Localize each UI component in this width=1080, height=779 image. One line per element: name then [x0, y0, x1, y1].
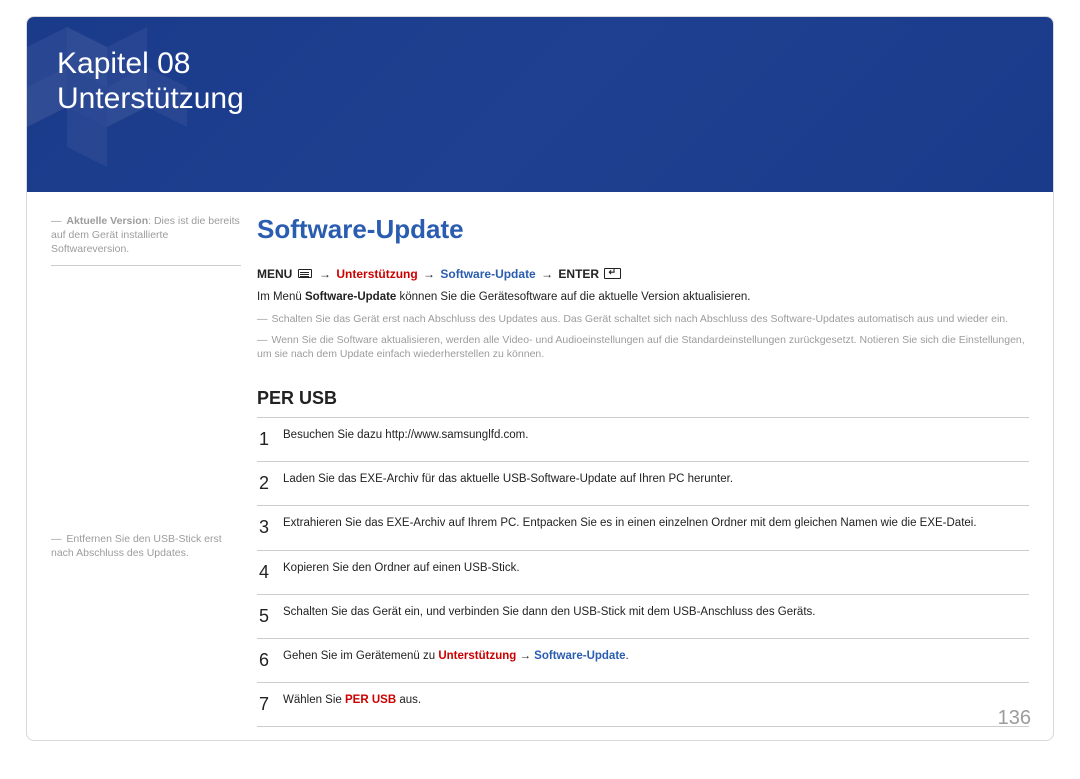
manual-page: Kapitel 08 Unterstützung ― Aktuelle Vers… [26, 16, 1054, 741]
step-text: Extrahieren Sie das EXE-Archiv auf Ihrem… [283, 506, 1029, 550]
footnote-1: ― Schalten Sie das Gerät erst nach Abschl… [257, 312, 1029, 327]
menu-label: MENU [257, 267, 292, 281]
note-dash: ― [51, 533, 61, 545]
menu-icon [298, 269, 312, 278]
note-label: Aktuelle Version [66, 215, 148, 227]
arrow-icon: → [319, 267, 331, 281]
intro-suffix: können Sie die Gerätesoftware auf die ak… [396, 291, 750, 303]
chapter-number: Kapitel 08 [57, 47, 190, 80]
intro-bold: Software-Update [305, 291, 396, 303]
arrow-icon: → [541, 267, 553, 281]
intro-prefix: Im Menü [257, 291, 305, 303]
step-number: 7 [257, 683, 283, 727]
step-row: 6Gehen Sie im Gerätemenü zu Unterstützun… [257, 639, 1029, 683]
step-number: 2 [257, 462, 283, 506]
footnote-text: Wenn Sie die Software aktualisieren, wer… [257, 334, 1025, 361]
chapter-title: Unterstützung [57, 82, 244, 115]
footnote-2: ―Wenn Sie die Software aktualisieren, we… [257, 333, 1029, 362]
intro-text: Im Menü Software-Update können Sie die G… [257, 289, 1029, 306]
step-number: 4 [257, 550, 283, 594]
step-number: 1 [257, 418, 283, 462]
footnote-text: Schalten Sie das Gerät erst nach Abschlu… [272, 313, 1009, 325]
step-text: Besuchen Sie dazu http://www.samsunglfd.… [283, 418, 1029, 462]
step-text: Laden Sie das EXE-Archiv für das aktuell… [283, 462, 1029, 506]
steps-table: 1Besuchen Sie dazu http://www.samsunglfd… [257, 417, 1029, 727]
note-dash: ― [51, 215, 61, 227]
page-number: 136 [998, 707, 1031, 730]
step-row: 4Kopieren Sie den Ordner auf einen USB-S… [257, 550, 1029, 594]
enter-icon [604, 268, 621, 279]
step-row: 1Besuchen Sie dazu http://www.samsunglfd… [257, 418, 1029, 462]
main-column: Software-Update MENU → Unterstützung → S… [241, 214, 1029, 727]
step-text: Wählen Sie PER USB aus. [283, 683, 1029, 727]
sidebar-notes: ― Aktuelle Version: Dies ist die bereits… [51, 214, 241, 727]
step-text: Schalten Sie das Gerät ein, und verbinde… [283, 594, 1029, 638]
step-row: 5Schalten Sie das Gerät ein, und verbind… [257, 594, 1029, 638]
chapter-banner: Kapitel 08 Unterstützung [27, 17, 1053, 192]
step-number: 5 [257, 594, 283, 638]
note-text: Entfernen Sie den USB-Stick erst nach Ab… [51, 533, 222, 559]
section-title: Software-Update [257, 214, 1029, 245]
menu-path: MENU → Unterstützung → Software-Update →… [257, 267, 1029, 281]
sidebar-note-1: ― Aktuelle Version: Dies ist die bereits… [51, 214, 241, 266]
dash-icon: ― [257, 334, 268, 346]
sidebar-note-2: ― Entfernen Sie den USB-Stick erst nach … [51, 524, 241, 560]
step-row: 7Wählen Sie PER USB aus. [257, 683, 1029, 727]
step-text: Kopieren Sie den Ordner auf einen USB-St… [283, 550, 1029, 594]
content-area: ― Aktuelle Version: Dies ist die bereits… [27, 192, 1053, 727]
step-row: 3Extrahieren Sie das EXE-Archiv auf Ihre… [257, 506, 1029, 550]
step-number: 3 [257, 506, 283, 550]
chapter-heading: Kapitel 08 Unterstützung [57, 47, 1053, 116]
arrow-icon: → [423, 267, 435, 281]
step-number: 6 [257, 639, 283, 683]
path-software-update: Software-Update [440, 267, 535, 281]
step-row: 2Laden Sie das EXE-Archiv für das aktuel… [257, 462, 1029, 506]
step-text: Gehen Sie im Gerätemenü zu Unterstützung… [283, 639, 1029, 683]
sub-section-title: PER USB [257, 388, 1029, 409]
path-support: Unterstützung [336, 267, 417, 281]
dash-icon: ― [257, 313, 268, 325]
enter-label: ENTER [558, 267, 599, 281]
